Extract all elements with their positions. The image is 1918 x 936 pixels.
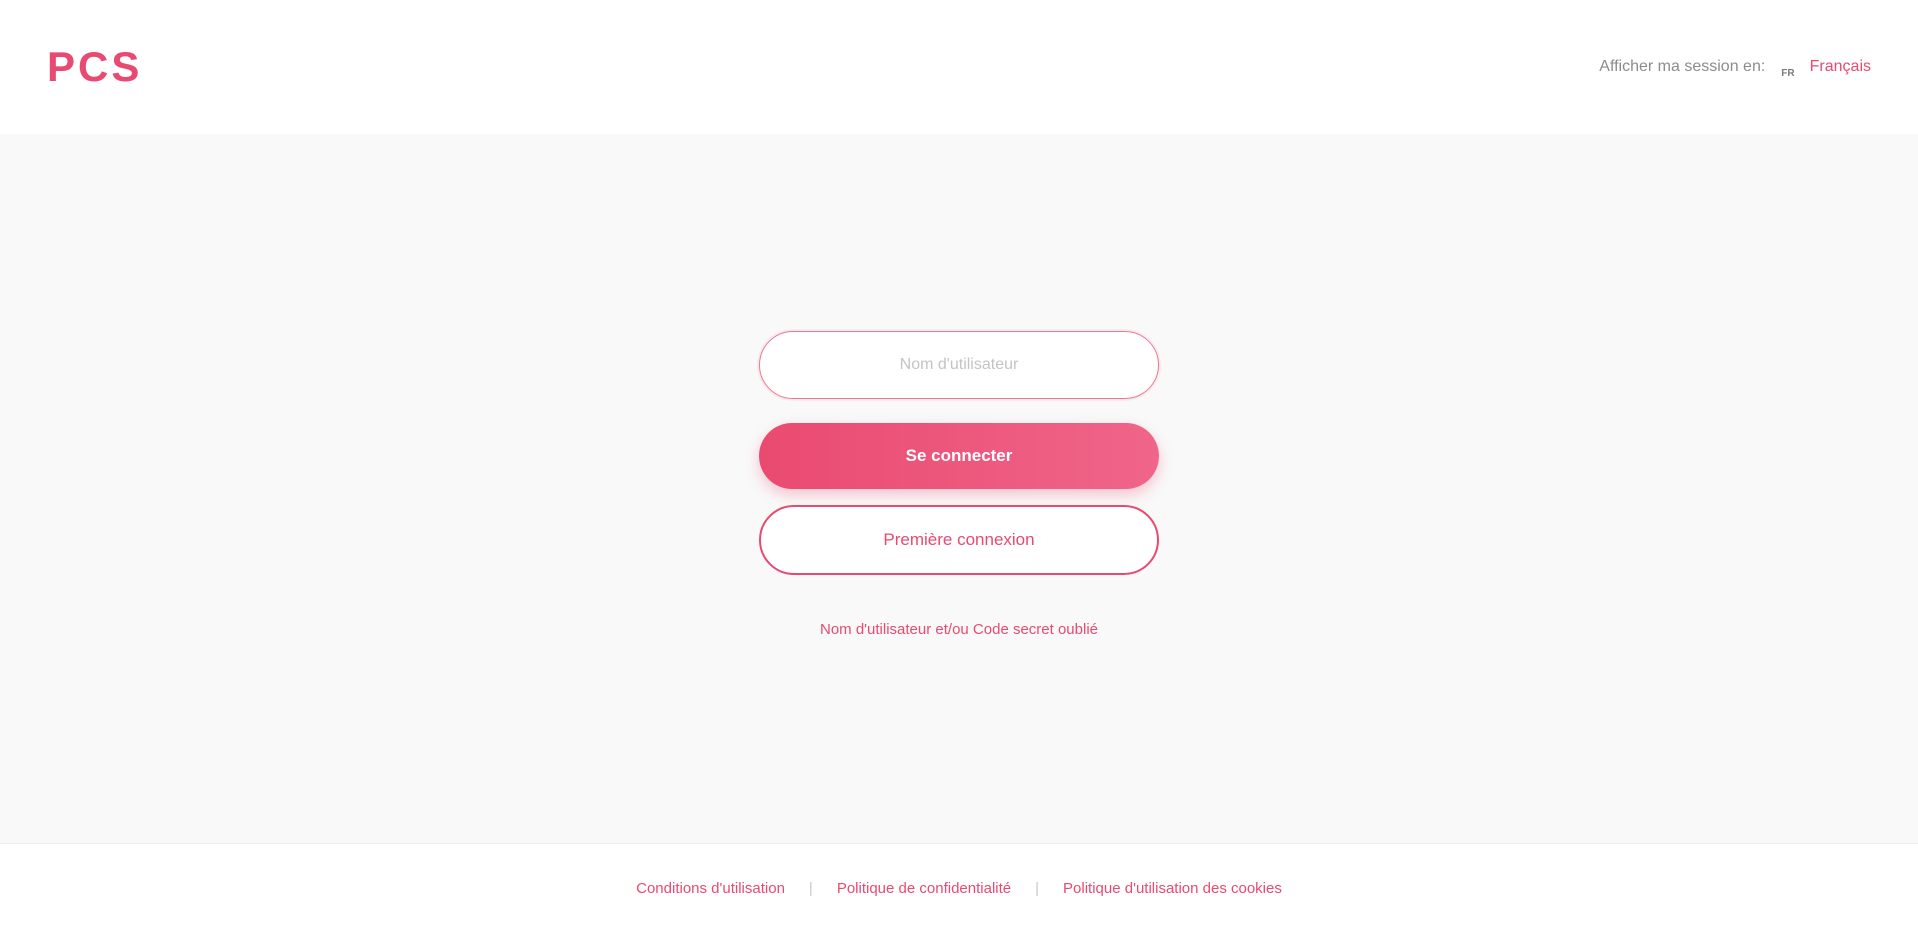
username-input[interactable] (759, 331, 1159, 399)
login-button[interactable]: Se connecter (759, 423, 1159, 489)
flag-icon: FR (1781, 67, 1795, 79)
footer: Conditions d'utilisation | Politique de … (0, 845, 1918, 936)
forgot-credentials-link[interactable]: Nom d'utilisateur et/ou Code secret oubl… (659, 621, 1259, 638)
logo[interactable]: PCS (47, 42, 142, 92)
footer-separator: | (808, 880, 813, 897)
privacy-link[interactable]: Politique de confidentialité (837, 880, 1011, 897)
footer-separator: | (1035, 880, 1040, 897)
terms-link[interactable]: Conditions d'utilisation (636, 880, 785, 897)
main-content: Se connecter Première connexion Nom d'ut… (0, 134, 1918, 844)
language-selector: Afficher ma session en: FR Français (1599, 56, 1871, 79)
cookies-link[interactable]: Politique d'utilisation des cookies (1063, 880, 1282, 897)
footer-links: Conditions d'utilisation | Politique de … (0, 880, 1918, 897)
language-dropdown[interactable]: Français (1810, 58, 1871, 76)
first-login-button[interactable]: Première connexion (759, 505, 1159, 575)
language-label: Afficher ma session en: (1599, 58, 1766, 75)
header: PCS Afficher ma session en: FR Français (0, 0, 1918, 134)
